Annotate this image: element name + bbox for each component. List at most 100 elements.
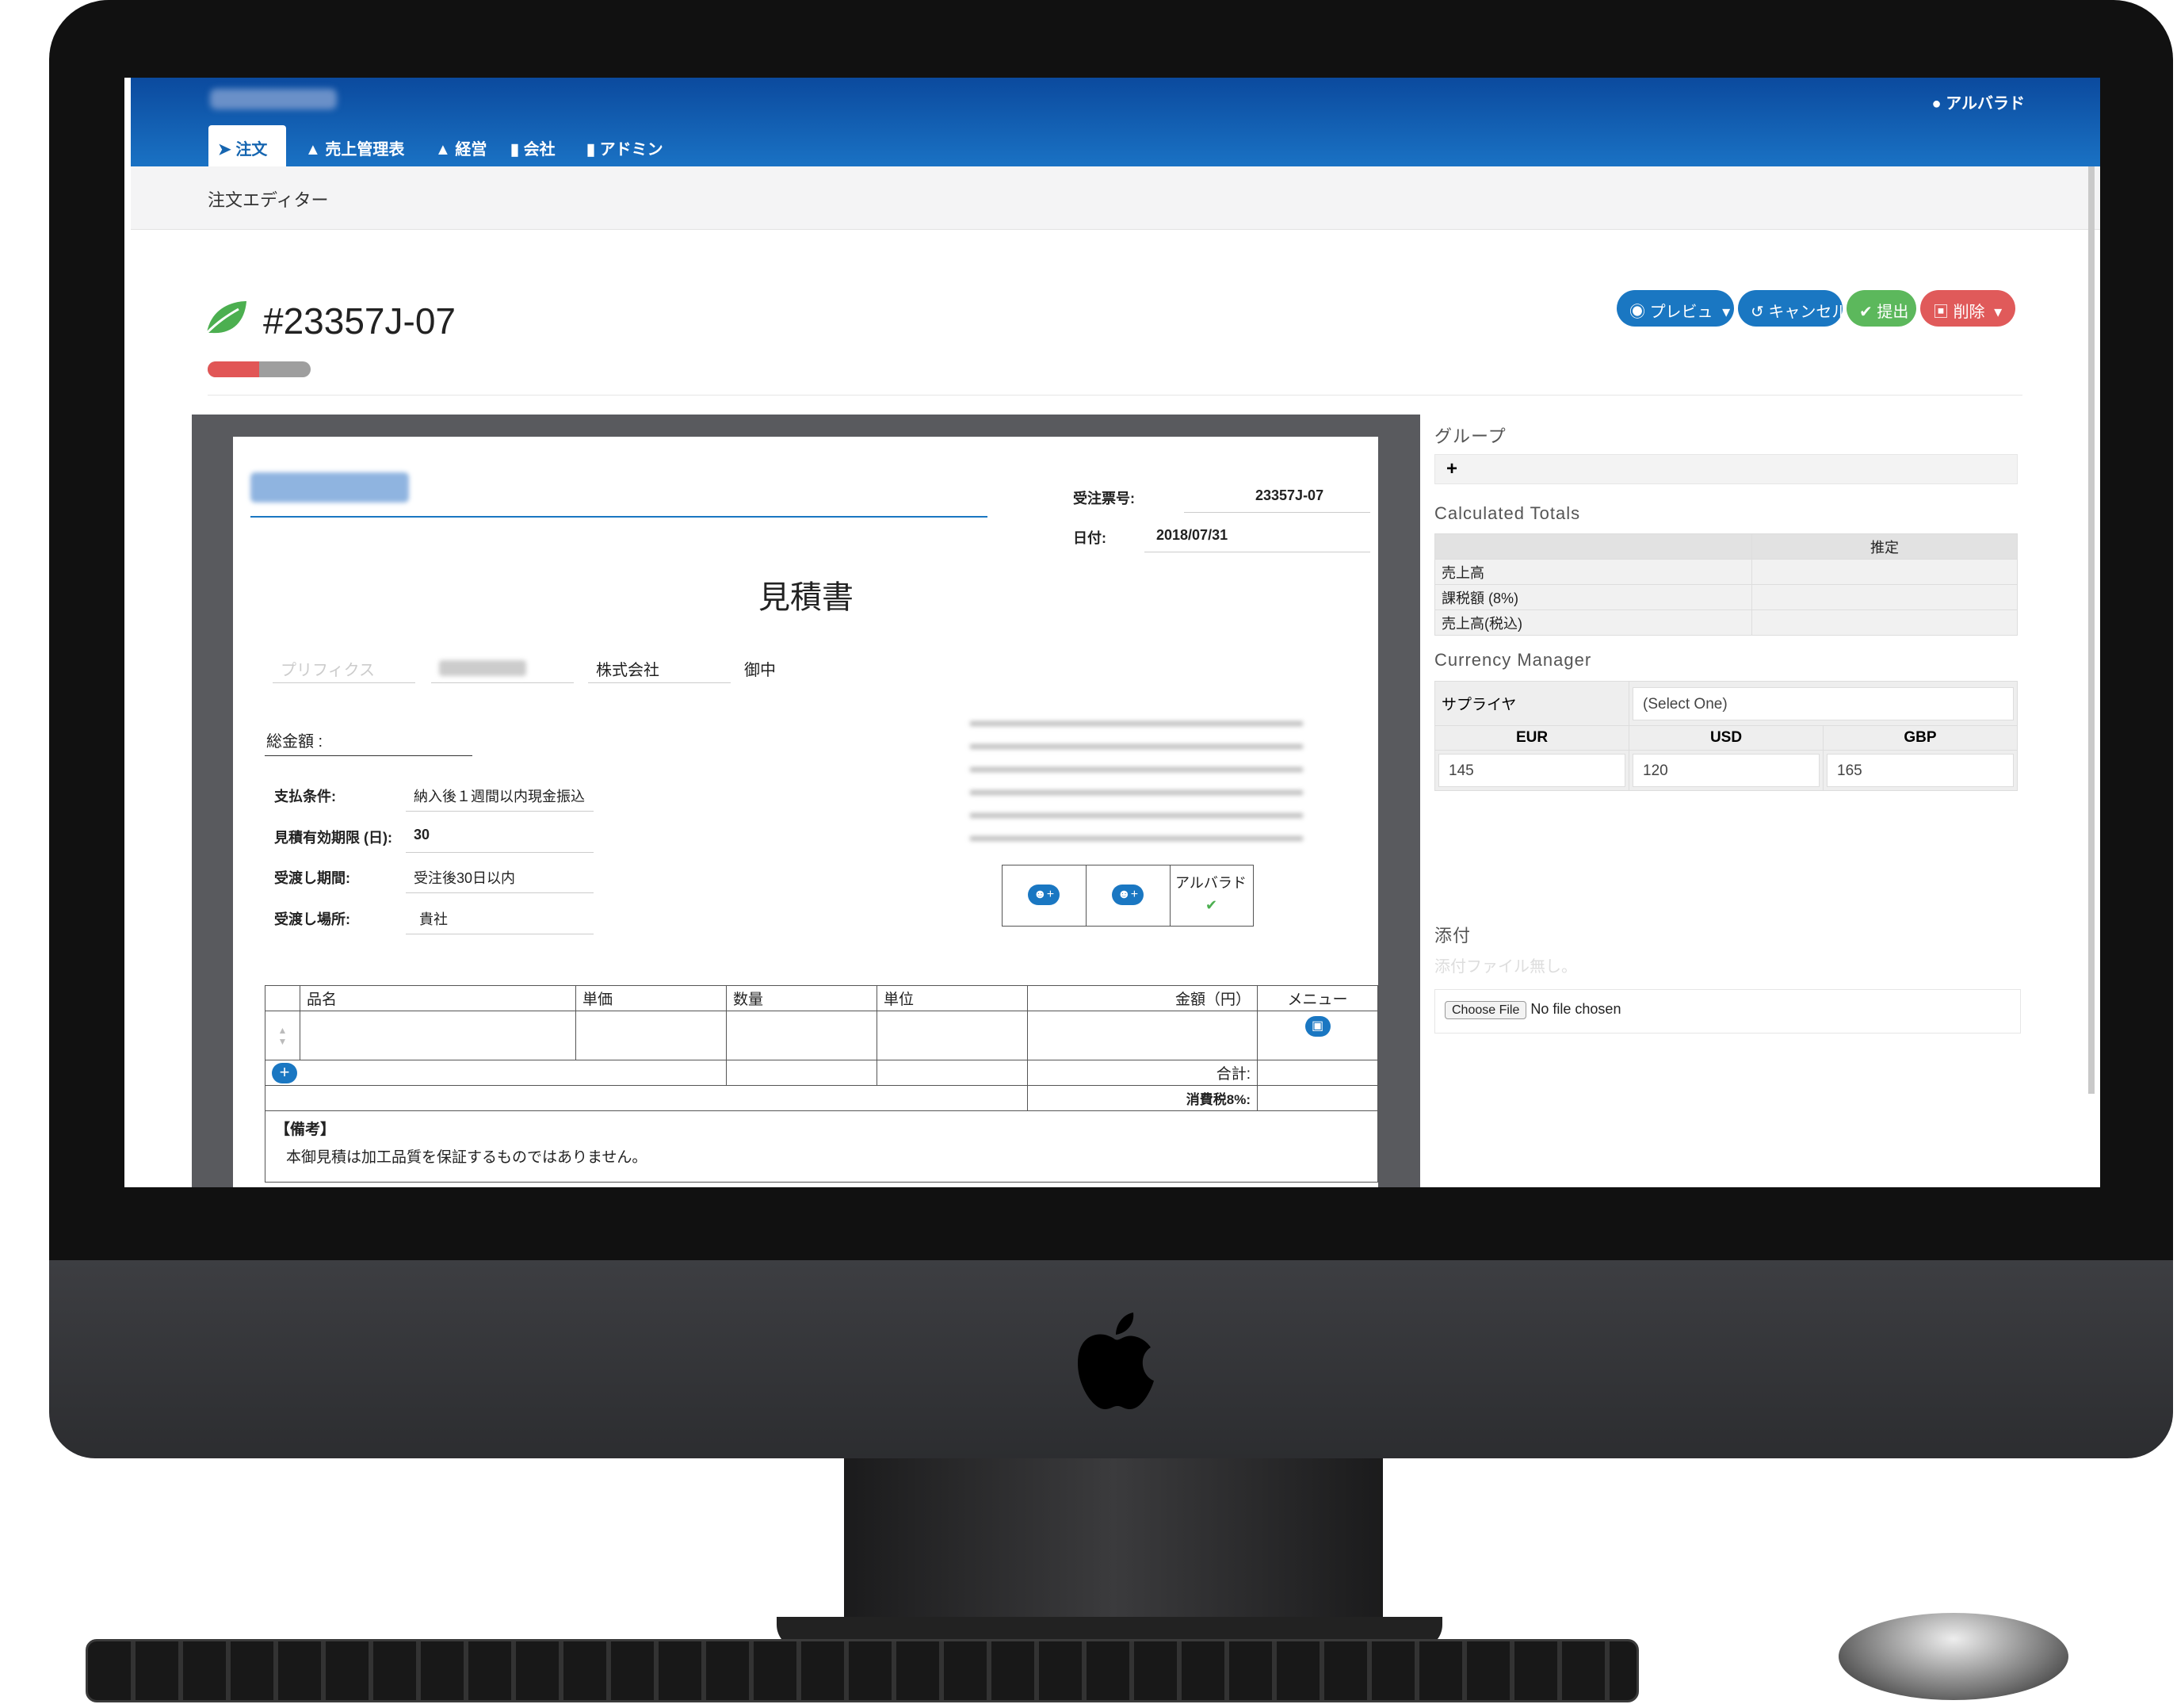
- add-approver-icon[interactable]: ☻+: [1028, 885, 1060, 905]
- tax-label: 消費税8%:: [1027, 1085, 1258, 1111]
- company-address-block: [970, 710, 1303, 853]
- add-group-button[interactable]: +: [1434, 454, 2018, 484]
- tab-management[interactable]: ▲ 経営: [426, 125, 496, 166]
- paper-plane-icon: ➤: [218, 141, 231, 159]
- terms-value[interactable]: 貴社: [419, 908, 448, 929]
- supplier-select[interactable]: (Select One): [1633, 686, 2014, 720]
- notes-row: 【備考】 本御見積は加工品質を保証するものではありません。: [265, 1110, 1378, 1183]
- brand-logo[interactable]: [210, 89, 337, 109]
- calc-row-value: [1751, 584, 2018, 610]
- calc-row: 課税額 (8%): [1434, 584, 2018, 610]
- user-name: アルバラド: [1946, 95, 2025, 113]
- currency-cell: 145: [1434, 750, 1629, 791]
- approver-name: アルバラド: [1175, 875, 1247, 891]
- terms-value[interactable]: 納入後１週間以内現金振込: [414, 785, 585, 806]
- calc-totals-table: 推定 売上高 課税額 (8%) 売上高(税込): [1434, 533, 2018, 636]
- date-value[interactable]: 2018/07/31: [1156, 527, 1228, 544]
- table-header-cell: 数量: [726, 985, 877, 1011]
- terms-value[interactable]: 30: [414, 827, 430, 843]
- field-underline: [1184, 512, 1370, 513]
- tab-company[interactable]: ▮ 会社: [501, 125, 565, 166]
- trash-icon[interactable]: ▣: [1304, 1016, 1331, 1037]
- file-upload: Choose File No file chosen: [1434, 989, 2021, 1034]
- table-header-cell: 単位: [877, 985, 1028, 1011]
- table-row: ▲ ▼ ▣: [265, 1011, 1378, 1060]
- attachments-label: 添付: [1434, 926, 1472, 946]
- reorder-handle[interactable]: ▲ ▼: [265, 1011, 300, 1060]
- apple-logo-icon: [1078, 1313, 1154, 1409]
- notes-label: 【備考】: [275, 1121, 336, 1138]
- subtotal-label: 合計:: [1027, 1060, 1258, 1086]
- keyboard: [86, 1639, 1639, 1702]
- subtotal-value: [1257, 1060, 1378, 1086]
- tab-label: 売上管理表: [325, 141, 405, 159]
- gbp-rate-input[interactable]: 165: [1827, 754, 2014, 787]
- undo-icon: ↺: [1751, 304, 1764, 321]
- user-menu[interactable]: ● アルバラド: [1932, 90, 2025, 113]
- tab-admin[interactable]: ▮ アドミン: [577, 125, 673, 166]
- currency-value-row: 145 120 165: [1434, 750, 2018, 791]
- preview-button[interactable]: ◉ プレビュ ▾: [1617, 290, 1734, 327]
- sitemap-icon: ▲: [435, 141, 451, 159]
- database-icon: ▮: [586, 141, 596, 159]
- file-status: No file chosen: [1530, 1001, 1621, 1017]
- order-no-label: 受注票号:: [1073, 491, 1135, 506]
- caret-down-icon: ▾: [1994, 304, 2003, 321]
- choose-file-button[interactable]: Choose File: [1445, 1001, 1527, 1019]
- monitor-stand: [844, 1458, 1383, 1617]
- usd-rate-input[interactable]: 120: [1633, 754, 1820, 787]
- quantity-input[interactable]: [726, 1011, 877, 1060]
- scrollbar[interactable]: [2088, 166, 2095, 1094]
- tax-value: [1257, 1085, 1378, 1111]
- document-title: 見積書: [758, 580, 854, 615]
- row-menu: ▣: [1257, 1011, 1378, 1060]
- line-items-table: 品名 単価 数量 単位 金額（円） メニュー ▲ ▼ ▣ + 合計: 消費税8%…: [265, 985, 1378, 1183]
- calc-header-cell: [1434, 533, 1752, 560]
- supplier-row: サプライヤ (Select One): [1434, 681, 2018, 726]
- cancel-button[interactable]: ↺ キャンセル: [1738, 290, 1847, 327]
- prefix-input[interactable]: プリフィクス: [281, 657, 375, 680]
- empty-cell: [877, 1060, 1028, 1086]
- unit-price-input[interactable]: [575, 1011, 727, 1060]
- subtotal-row: + 合計:: [265, 1060, 1378, 1086]
- terms-label: 支払条件:: [274, 789, 336, 804]
- customer-name-input[interactable]: [439, 660, 526, 676]
- table-header-cell: メニュー: [1257, 985, 1378, 1011]
- field-underline: [273, 682, 415, 683]
- breadcrumb: 注文エディター: [131, 166, 2100, 230]
- group-label: グループ: [1434, 426, 1507, 446]
- page-title: 注文エディター: [208, 190, 329, 210]
- tab-sales[interactable]: ▲ 売上管理表: [296, 125, 414, 166]
- screen: ● アルバラド ➤ 注文 ▲ 売上管理表 ▲ 経営 ▮ 会社 ▮ アドミン 注文…: [124, 78, 2100, 1187]
- add-row-icon[interactable]: +: [272, 1062, 297, 1083]
- notes-cell[interactable]: 【備考】 本御見積は加工品質を保証するものではありません。: [265, 1110, 1378, 1183]
- calc-totals-label: Calculated Totals: [1434, 503, 1581, 523]
- unit-input[interactable]: [877, 1011, 1028, 1060]
- submit-button[interactable]: ✔ 提出: [1847, 290, 1916, 327]
- calc-row-label: 売上高(税込): [1434, 609, 1752, 636]
- item-name-input[interactable]: [300, 1011, 576, 1060]
- building-icon: ▮: [510, 141, 520, 159]
- empty-cell: [265, 1085, 1028, 1111]
- check-icon: ✔: [1205, 897, 1218, 913]
- eur-rate-input[interactable]: 145: [1438, 754, 1625, 787]
- date-label: 日付:: [1073, 530, 1106, 546]
- field-underline: [406, 852, 594, 853]
- stamp-divider: [1170, 865, 1171, 926]
- calc-row-value: [1751, 559, 2018, 585]
- tab-orders[interactable]: ➤ 注文: [208, 125, 286, 166]
- currency-manager-label: Currency Manager: [1434, 650, 1592, 670]
- add-approver-icon[interactable]: ☻+: [1112, 885, 1144, 905]
- calc-row-value: [1751, 609, 2018, 636]
- cancel-label: キャンセル: [1768, 304, 1848, 321]
- quote-document: 受注票号: 23357J-07 日付: 2018/07/31 見積書 プリフィク…: [233, 437, 1378, 1187]
- terms-value[interactable]: 受注後30日以内: [414, 867, 515, 888]
- currency-table: サプライヤ (Select One) EUR USD GBP 145 120 1…: [1434, 681, 2018, 791]
- order-no-value[interactable]: 23357J-07: [1255, 487, 1323, 504]
- progress-fill: [208, 361, 259, 377]
- table-header-cell: 単価: [575, 985, 727, 1011]
- delete-button[interactable]: ▣ 削除 ▾: [1920, 290, 2015, 327]
- calc-row-label: 課税額 (8%): [1434, 584, 1752, 610]
- field-underline: [431, 682, 574, 683]
- stamp-divider: [1086, 865, 1087, 926]
